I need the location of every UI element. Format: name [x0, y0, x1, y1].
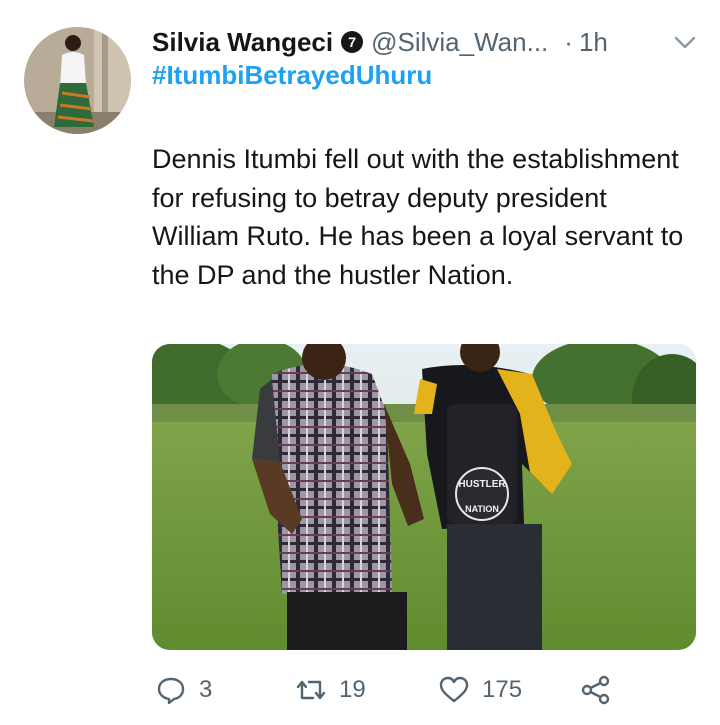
shirt-text-hustler: HUSTLER: [458, 479, 506, 490]
retweet-icon: [296, 680, 326, 700]
tweet-header: Silvia Wangeci 7 @Silvia_Wan... · 1h: [152, 24, 700, 60]
tweet-text: Dennis Itumbi fell out with the establis…: [152, 144, 684, 290]
reply-button[interactable]: 3: [155, 674, 212, 706]
shirt-text-nation: NATION: [465, 504, 499, 514]
reply-count: 3: [199, 676, 213, 703]
tweet-actions: 3 19 175: [155, 672, 715, 708]
like-icon: [439, 676, 469, 703]
author-name[interactable]: Silvia Wangeci: [152, 27, 333, 58]
chevron-down-icon[interactable]: [672, 30, 698, 56]
avatar[interactable]: [24, 27, 131, 134]
verified-icon: 7: [341, 31, 364, 53]
share-icon: [581, 675, 610, 705]
retweet-count: 19: [339, 676, 366, 703]
tweet-photo[interactable]: HUSTLER NATION: [152, 344, 696, 650]
separator-dot: ·: [564, 26, 573, 57]
like-count: 175: [482, 676, 523, 703]
retweet-button[interactable]: 19: [295, 674, 366, 706]
timestamp[interactable]: 1h: [579, 27, 608, 58]
reply-icon: [157, 677, 185, 705]
hashtag-link[interactable]: #ItumbiBetrayedUhuru: [152, 60, 432, 91]
like-button[interactable]: 175: [438, 674, 522, 706]
author-handle[interactable]: @Silvia_Wan...: [371, 27, 548, 58]
share-button[interactable]: [580, 674, 612, 706]
